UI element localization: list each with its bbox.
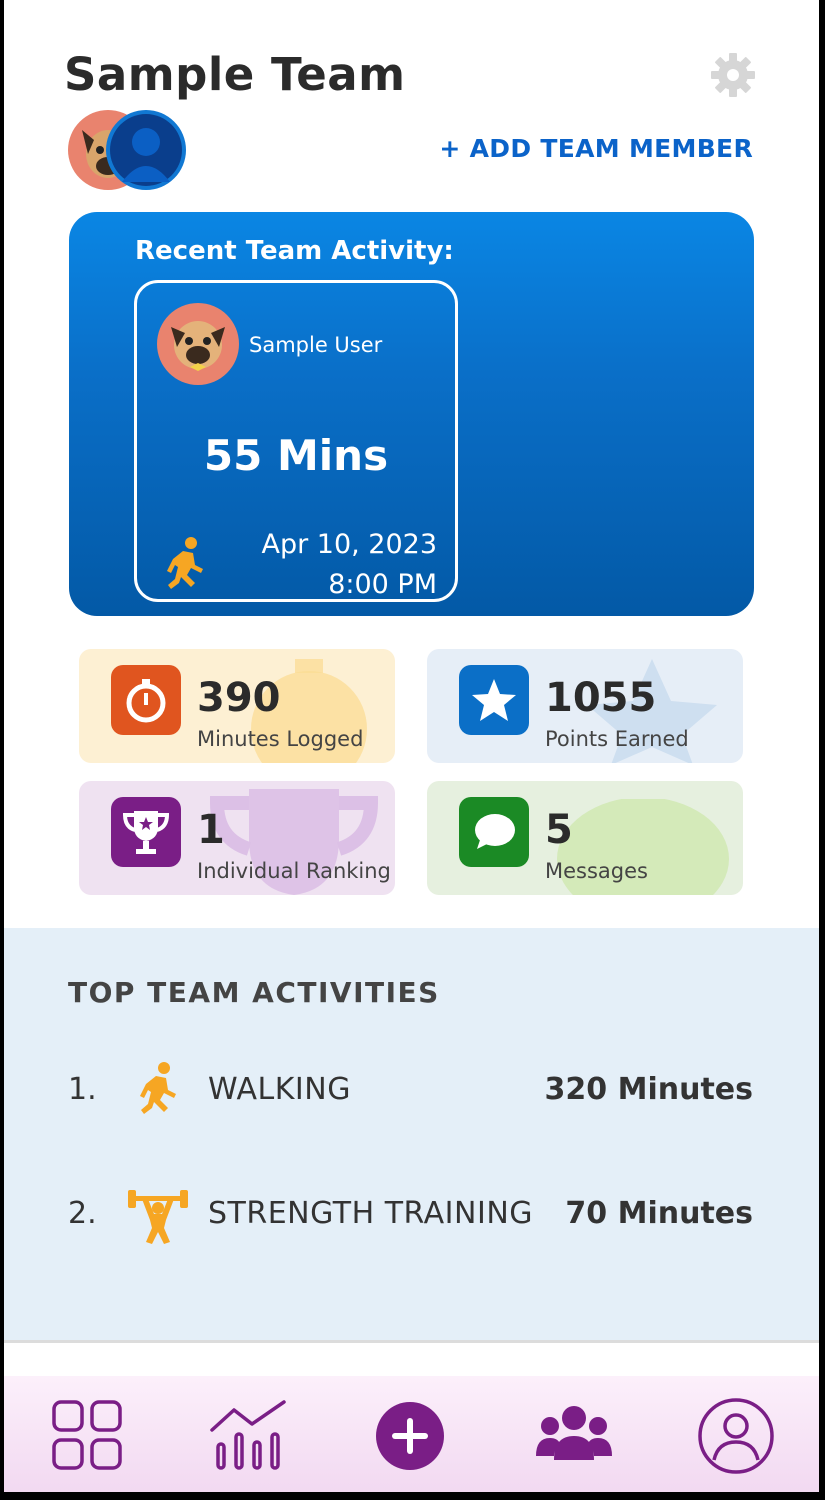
stat-label: Minutes Logged <box>197 727 364 751</box>
avatar <box>106 110 186 190</box>
page-title: Sample Team <box>64 48 406 101</box>
weightlifting-icon <box>128 1190 188 1244</box>
recent-activity-heading: Recent Team Activity: <box>135 236 454 266</box>
stat-label: Points Earned <box>545 727 689 751</box>
stat-individual-ranking[interactable]: 1 Individual Ranking <box>79 781 395 895</box>
running-icon <box>167 537 203 589</box>
add-team-member-button[interactable]: + ADD TEAM MEMBER <box>439 134 753 163</box>
stats-icon[interactable] <box>208 1396 288 1476</box>
recent-activity-panel: Recent Team Activity: Sample User 55 Min… <box>69 212 754 616</box>
stat-value: 390 <box>197 675 281 721</box>
stat-value: 1055 <box>545 675 657 721</box>
activity-time: 8:00 PM <box>328 569 437 600</box>
profile-icon[interactable] <box>696 1396 776 1476</box>
stat-value: 1 <box>197 807 225 853</box>
activity-card[interactable]: Sample User 55 Mins Apr 10, 2023 8:00 PM <box>134 280 458 602</box>
bottom-nav <box>4 1376 819 1492</box>
activity-minutes: 320 Minutes <box>544 1072 753 1107</box>
activity-rank: 1. <box>68 1072 97 1107</box>
activity-date: Apr 10, 2023 <box>261 529 437 560</box>
activity-minutes: 55 Mins <box>203 431 389 480</box>
stat-messages[interactable]: 5 Messages <box>427 781 743 895</box>
stat-minutes-logged[interactable]: 390 Minutes Logged <box>79 649 395 763</box>
avatar <box>157 303 239 385</box>
stat-label: Messages <box>545 859 648 883</box>
walking-icon <box>140 1062 176 1114</box>
activity-rank: 2. <box>68 1196 97 1231</box>
activity-user-name: Sample User <box>249 333 383 357</box>
divider <box>4 1340 819 1343</box>
pug-icon <box>171 321 225 371</box>
add-icon[interactable] <box>370 1396 450 1476</box>
stopwatch-icon <box>111 665 181 735</box>
top-team-activities: TOP TEAM ACTIVITIES 1. WALKING 320 Minut… <box>4 928 819 1340</box>
activity-name: STRENGTH TRAINING <box>208 1196 534 1231</box>
section-title: TOP TEAM ACTIVITIES <box>68 976 440 1009</box>
stat-points-earned[interactable]: 1055 Points Earned <box>427 649 743 763</box>
chat-icon <box>459 797 529 867</box>
team-icon[interactable] <box>534 1396 614 1476</box>
trophy-icon <box>111 797 181 867</box>
list-item[interactable]: 2. STRENGTH TRAINING 70 Minutes <box>4 1180 819 1250</box>
activity-name: WALKING <box>208 1072 351 1107</box>
app-screen: Sample Team + ADD TEAM MEMBER Recent Tea… <box>4 0 819 1492</box>
stat-value: 5 <box>545 807 573 853</box>
list-item[interactable]: 1. WALKING 320 Minutes <box>4 1056 819 1126</box>
star-icon <box>459 665 529 735</box>
person-icon <box>110 114 182 186</box>
gear-icon[interactable] <box>708 50 758 100</box>
activity-minutes: 70 Minutes <box>565 1196 753 1231</box>
stat-label: Individual Ranking <box>197 859 391 883</box>
dashboard-icon[interactable] <box>48 1396 128 1476</box>
team-avatars[interactable] <box>68 110 198 194</box>
